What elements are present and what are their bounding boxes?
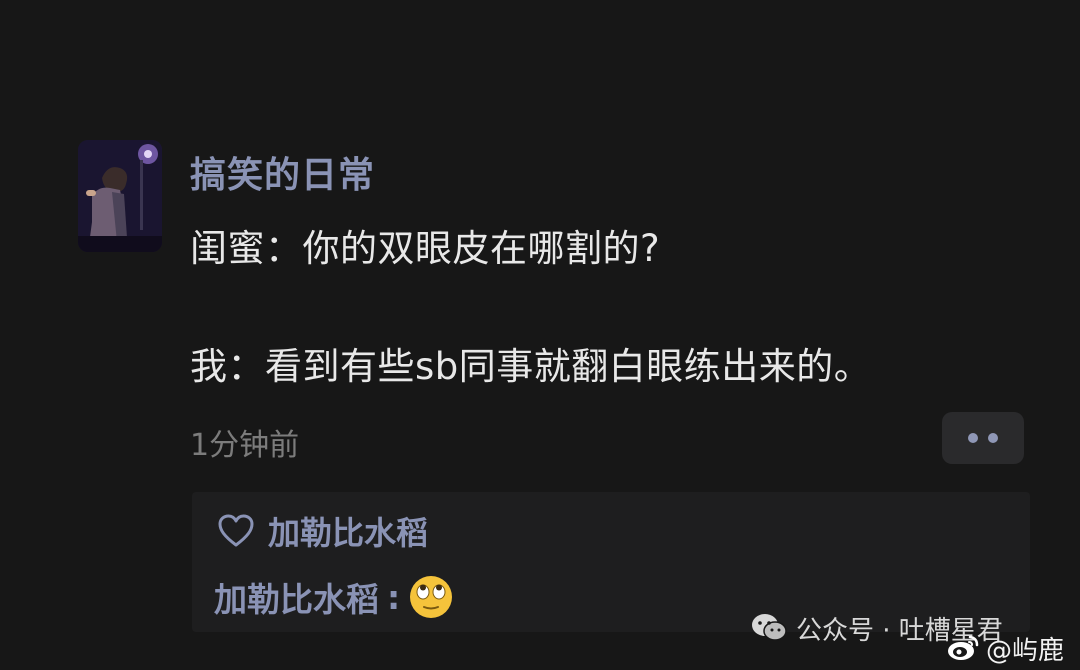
post-username[interactable]: 搞笑的日常	[190, 146, 375, 196]
reply-author[interactable]: 加勒比水稻	[214, 573, 379, 621]
eye-roll-emoji-icon	[410, 576, 453, 618]
post-timestamp: 1分钟前	[190, 428, 300, 463]
post-text-line-2: 我：看到有些sb同事就翻白眼练出来的。	[190, 345, 872, 388]
liked-by-name[interactable]: 加勒比水稻	[268, 508, 428, 554]
heart-icon[interactable]	[218, 514, 254, 548]
avatar[interactable]	[78, 140, 162, 252]
weibo-icon	[948, 635, 979, 660]
more-options-button[interactable]	[942, 412, 1024, 464]
avatar-photo	[78, 140, 162, 252]
like-row: 加勒比水稻	[218, 508, 428, 554]
reply-colon: :	[387, 577, 401, 617]
weibo-watermark: @屿鹿	[946, 628, 1064, 668]
weibo-watermark-text: @屿鹿	[986, 635, 1065, 666]
more-dots-icon	[968, 433, 978, 443]
reply-row: 加勒比水稻 :	[214, 572, 454, 622]
more-dots-icon	[988, 433, 998, 443]
post-text-line-1: 闺蜜：你的双眼皮在哪割的?	[190, 227, 661, 270]
wechat-icon	[752, 614, 787, 641]
